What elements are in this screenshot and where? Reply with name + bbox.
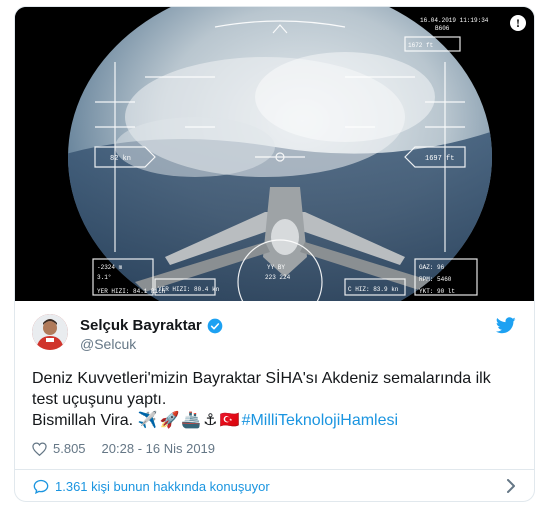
hud-speed: 82 kn [110,155,131,163]
hud-top-right: 1672 ft [408,42,433,49]
chevron-right-icon[interactable] [506,479,516,493]
tweet-text: Deniz Kuvvetleri'mizin Bayraktar SİHA'sı… [32,368,522,431]
tweet-text-bismillah: Bismillah Vira. [32,412,134,429]
hud-vertical-speed: -2324 m [97,264,123,271]
hashtag-link[interactable]: #MilliTeknolojiHamlesi [242,412,399,429]
conversation-footer[interactable]: 1.361 kişi bunun hakkında konuşuyor [15,471,534,501]
conversation-link[interactable]: 1.361 kişi bunun hakkında konuşuyor [55,479,270,494]
hud-heading-values: 223 224 [265,274,291,281]
hud-video-frame: 16.04.2019 11:19:34 B606 1672 ft 1697 ft… [15,7,534,301]
ship-emoji: 🚢 [181,412,202,429]
tweet-media-video[interactable]: 16.04.2019 11:19:34 B606 1672 ft 1697 ft… [15,7,534,301]
anchor-emoji: ⚓ [203,412,218,429]
tweet-timestamp[interactable]: 20:28 - 16 Nis 2019 [102,441,215,456]
verified-badge-icon [207,318,223,333]
tweet-meta: 5.805 20:28 - 16 Nis 2019 [32,441,215,456]
comment-bubble-icon [33,479,49,494]
hud-ground-speed: YER HIZI: 80.4 kn [158,286,220,293]
turkey-flag-emoji: 🇹🇷 [219,412,240,429]
heart-icon[interactable] [32,441,47,456]
author-handle[interactable]: @Selcuk [80,336,136,352]
hud-throttle: GAZ: 96 [419,264,445,271]
tweet-text-line-1: Deniz Kuvvetleri'mizin Bayraktar SİHA'sı… [32,370,491,387]
hud-fuel: YKT: 90 lt [419,288,455,295]
hud-altitude: 1697 ft [425,155,454,163]
hud-date: 16.04.2019 11:19:34 [420,17,489,24]
tweet-text-line-2: test uçuşunu yaptı. [32,391,167,408]
hud-angle: 3.1° [97,274,111,281]
hud-heading-labels: YY BY [267,264,285,271]
info-icon[interactable]: ! [510,15,526,31]
hud-air-speed: YER HIZI: 84.1 Rich [97,288,166,295]
tweet-card[interactable]: 16.04.2019 11:19:34 B606 1672 ft 1697 ft… [14,6,535,502]
rocket-emoji: 🚀 [159,412,180,429]
author-name[interactable]: Selçuk Bayraktar [80,317,202,334]
hud-rpm: RPM: 5460 [419,276,452,283]
divider [15,469,534,470]
hud-code: B606 [435,25,450,32]
twitter-bird-icon[interactable] [496,317,516,334]
airplane-emoji: ✈️ [137,412,158,429]
hud-c-speed: C HIZ: 83.9 kn [348,286,399,293]
like-count[interactable]: 5.805 [53,441,86,456]
avatar[interactable] [32,314,68,350]
tweet-header: Selçuk Bayraktar @Selcuk [15,301,534,361]
tweet-text-line-3: Bismillah Vira. ✈️ 🚀 🚢 ⚓ 🇹🇷 #MilliTeknolojiHa… [32,410,522,431]
